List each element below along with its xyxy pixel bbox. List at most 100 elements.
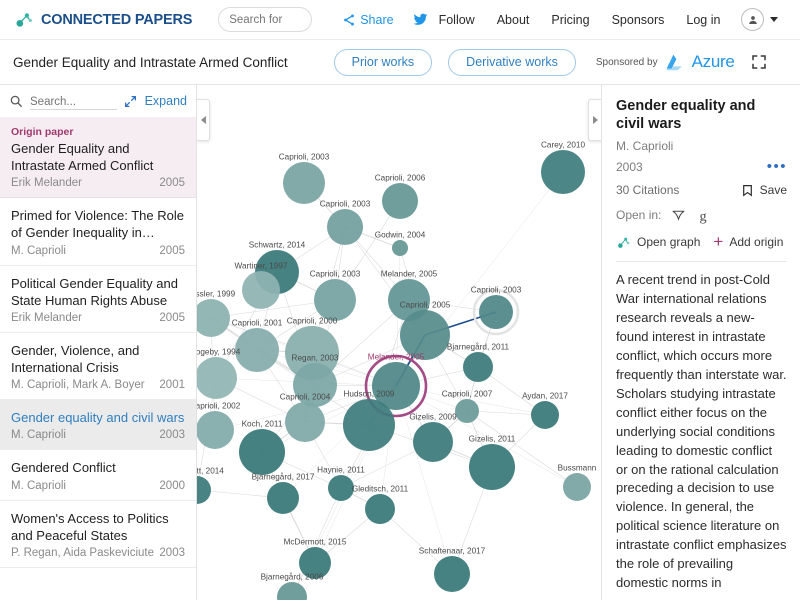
graph-node[interactable]: Caprioli, 2001 <box>232 319 283 373</box>
paper-list-item-meta: Erik Melander 2005 <box>11 312 185 324</box>
nav-item-share[interactable]: Share <box>356 0 404 40</box>
more-options-icon[interactable]: ••• <box>767 159 787 174</box>
nav-item-follow[interactable]: Follow <box>428 0 486 40</box>
paper-list-item[interactable]: Origin paper Gender Equality and Intrasta… <box>0 117 196 199</box>
graph-node-label: Gizelis, 2011 <box>469 435 516 444</box>
graph-node-label: Caprioli, 2003 <box>310 270 361 279</box>
graph-node-label: Melander, 2005 <box>381 270 438 279</box>
share-icon[interactable] <box>342 13 356 27</box>
graph-node[interactable]: Haynie, 2011 <box>317 466 365 502</box>
nav-links: Share Follow About Pricing Sponsors Log … <box>334 0 731 40</box>
paper-list-item[interactable]: Gender equality and civil wars M. Capriol… <box>0 400 196 451</box>
semantic-scholar-icon[interactable] <box>670 207 687 224</box>
graph-node[interactable]: Carey, 2010 <box>541 141 585 195</box>
sponsor-name: Azure <box>691 52 735 71</box>
expand-button[interactable]: Expand <box>145 94 187 108</box>
svg-text:g: g <box>700 208 707 224</box>
detail-title: Gender equality and civil wars <box>616 98 756 133</box>
open-graph-button[interactable]: Open graph <box>616 235 700 250</box>
nav-item-login[interactable]: Log in <box>675 0 731 40</box>
save-button[interactable]: Save <box>741 183 787 198</box>
paper-list-item-author: M. Caprioli, Mark A. Boyer <box>11 379 145 392</box>
graph-node[interactable]: Godwin, 2004 <box>375 231 426 257</box>
graph-node[interactable]: Caprioli, 2003 <box>310 270 361 322</box>
global-search-input[interactable] <box>229 13 302 26</box>
paper-detail-panel: Gender equality and civil wars M. Caprio… <box>601 85 800 600</box>
paper-list-item-author: M. Caprioli <box>11 479 66 492</box>
paper-list-item[interactable]: Political Gender Equality and State Huma… <box>0 266 196 333</box>
graph-node[interactable]: Gizelis, 2011 <box>469 435 516 491</box>
chevron-right-icon[interactable] <box>588 99 601 141</box>
paper-list-item-title: Women's Access to Politics and Peaceful … <box>11 510 169 543</box>
graph-node[interactable]: Gleditsch, 2011 <box>352 485 409 525</box>
search-icon[interactable] <box>9 94 23 108</box>
graph-node-label: McDermott, 2015 <box>284 538 347 547</box>
add-origin-button[interactable]: + Add origin <box>713 233 783 250</box>
connected-papers-logo-icon <box>16 12 32 27</box>
graph-node-label: Regan, 2003 <box>292 354 339 363</box>
graph-node-label: Bjarnegård, 2011 <box>447 342 510 352</box>
twitter-icon[interactable] <box>413 12 428 27</box>
graph-node[interactable]: Bjarnegård, 2006 <box>261 572 324 600</box>
graph-node[interactable]: Bussmann <box>558 464 597 502</box>
graph-node-label: Tessler, 1999 <box>197 290 236 299</box>
paper-list[interactable]: Origin paper Gender Equality and Intrasta… <box>0 117 196 600</box>
open-in-row: Open in: g <box>616 207 787 224</box>
user-avatar-icon[interactable] <box>741 8 765 31</box>
graph-node-label: DeMeritt, 2014 <box>197 467 224 476</box>
graph-title-bar: Gender Equality and Intrastate Armed Con… <box>0 40 800 85</box>
prior-works-button[interactable]: Prior works <box>333 48 433 76</box>
graph-node-label: Caprioli, 2000 <box>287 317 338 326</box>
graph-node[interactable]: Caprioli, 2006 <box>375 174 426 220</box>
detail-citations: 30 Citations <box>616 183 680 198</box>
graph-node[interactable]: Schaftenaar, 2017 <box>419 547 486 593</box>
paper-list-item[interactable]: Gender, Violence, and International Cris… <box>0 333 196 401</box>
graph-node[interactable]: Bjarnegård, 2011 <box>447 342 510 383</box>
paper-list-item-year: 2005 <box>159 244 185 257</box>
nav-item-about[interactable]: About <box>486 0 541 40</box>
derivative-works-button[interactable]: Derivative works <box>448 48 576 76</box>
paper-list-item-author: M. Caprioli <box>11 244 66 257</box>
paper-list-item-meta: P. Regan, Aida Paskeviciute 2003 <box>11 547 185 559</box>
graph-node[interactable]: Koch, 2011 <box>239 420 285 476</box>
chevron-down-icon[interactable] <box>770 17 779 22</box>
graph-node[interactable]: Caprioli, 2003 <box>279 153 330 205</box>
nav-item-sponsors[interactable]: Sponsors <box>601 0 676 40</box>
paper-list-sidebar: Expand Origin paper Gender Equality and I… <box>0 85 197 600</box>
fullscreen-icon[interactable] <box>749 52 770 73</box>
nav-item-pricing[interactable]: Pricing <box>540 0 600 40</box>
paper-list-item-year: 2005 <box>159 311 185 324</box>
graph-node-label: Togeby, 1994 <box>197 348 241 357</box>
detail-citations-row: 30 Citations Save <box>616 183 787 198</box>
sidebar-search-box[interactable] <box>30 92 117 110</box>
paper-list-item[interactable]: Gendered Conflict M. Caprioli 2000 <box>0 450 196 501</box>
graph-node[interactable]: Caprioli, 2003 <box>320 200 371 246</box>
paper-list-item-title: Gendered Conflict <box>11 460 116 476</box>
paper-list-item-title: Primed for Violence: The Role of Gender … <box>11 208 184 241</box>
graph-node-label: Koch, 2011 <box>242 420 283 429</box>
top-navigation-bar: CONNECTED PAPERS Share Follow Abo <box>0 0 800 40</box>
graph-node[interactable]: DeMeritt, 2014 <box>197 467 224 505</box>
chevron-left-icon[interactable] <box>197 99 210 141</box>
paper-list-item[interactable]: Primed for Violence: The Role of Gender … <box>0 198 196 266</box>
paper-list-item-title: Gender, Violence, and International Cris… <box>11 342 140 376</box>
expand-icon[interactable] <box>124 95 137 108</box>
graph-node-label: Schaftenaar, 2017 <box>419 547 486 556</box>
graph-node-label: Gleditsch, 2011 <box>352 485 409 494</box>
graph-node[interactable]: Togeby, 1994 <box>197 348 241 400</box>
sponsor-banner[interactable]: Sponsored by Azure <box>596 52 735 72</box>
graph-node[interactable]: Bjarnegård, 2017 <box>252 472 315 515</box>
graph-node-label: Caprioli, 2007 <box>442 390 493 399</box>
paper-list-item[interactable]: Women's Access to Politics and Peaceful … <box>0 501 196 568</box>
graph-node-label: Caprioli, 2002 <box>197 402 241 411</box>
paper-list-item-meta: M. Caprioli 2005 <box>11 245 185 257</box>
google-scholar-icon[interactable]: g <box>696 207 713 224</box>
paper-list-item-title: Political Gender Equality and State Huma… <box>11 275 178 308</box>
graph-node[interactable]: Caprioli, 2005 <box>400 301 451 361</box>
global-search-box[interactable] <box>218 7 313 32</box>
brand-logo[interactable]: CONNECTED PAPERS <box>14 10 192 30</box>
citation-graph-canvas[interactable]: Caprioli, 2003 Caprioli, 2006 Carey, 2010 C… <box>197 85 601 600</box>
graph-node[interactable]: Aydan, 2017 <box>522 392 568 430</box>
sidebar-search-input[interactable] <box>30 96 117 109</box>
graph-node-label: Gizelis, 2009 <box>409 413 457 422</box>
